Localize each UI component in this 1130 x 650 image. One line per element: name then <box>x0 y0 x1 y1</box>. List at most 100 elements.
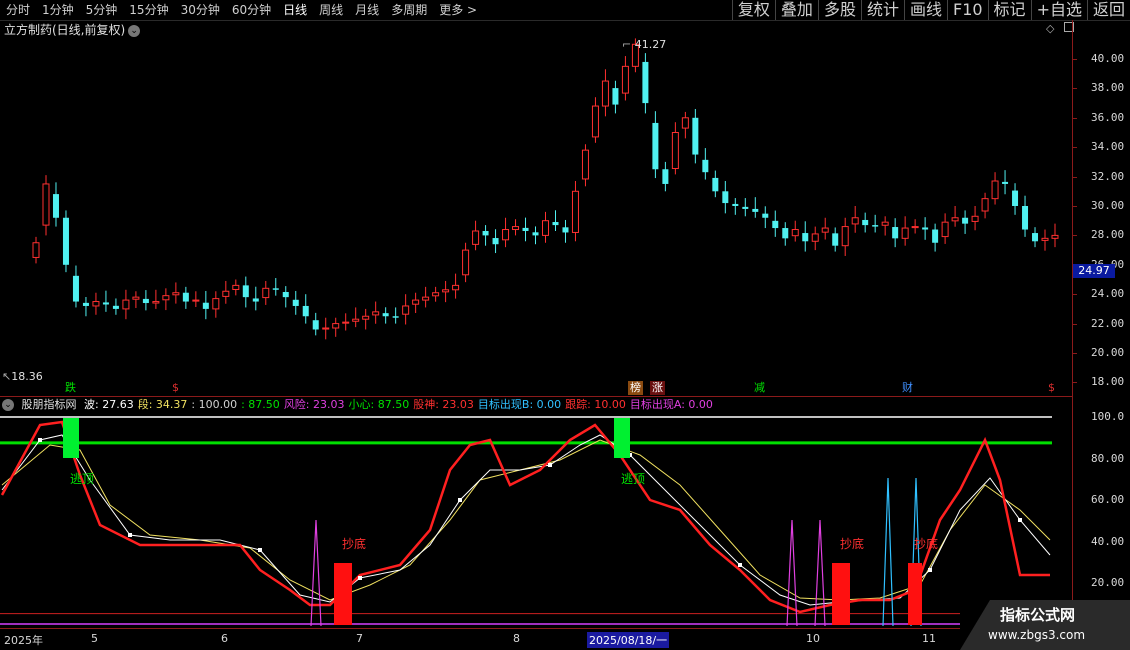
candle[interactable] <box>951 217 959 222</box>
candle[interactable] <box>432 292 440 297</box>
candle[interactable] <box>712 177 719 192</box>
candle[interactable] <box>312 320 319 330</box>
candle[interactable] <box>941 221 949 238</box>
candle[interactable] <box>552 222 559 226</box>
candle[interactable] <box>422 296 430 301</box>
candle[interactable] <box>62 217 69 265</box>
candle[interactable] <box>681 117 689 129</box>
candle[interactable] <box>1012 190 1019 206</box>
candle[interactable] <box>662 169 669 184</box>
candle[interactable] <box>901 227 909 239</box>
candle[interactable] <box>782 228 789 239</box>
candle[interactable] <box>362 315 370 320</box>
candle[interactable] <box>372 311 380 316</box>
candle[interactable] <box>132 296 140 300</box>
candle[interactable] <box>512 226 520 231</box>
candle[interactable] <box>652 122 659 170</box>
candle[interactable] <box>971 215 979 222</box>
candle[interactable] <box>412 299 420 305</box>
candle[interactable] <box>152 301 160 304</box>
candle[interactable] <box>462 249 470 276</box>
candle[interactable] <box>581 149 589 180</box>
candle[interactable] <box>402 305 410 315</box>
candle[interactable] <box>222 290 230 297</box>
bottom-signal-block[interactable] <box>334 563 352 625</box>
candle[interactable] <box>492 238 499 245</box>
candle[interactable] <box>542 220 549 236</box>
candle[interactable] <box>202 302 209 309</box>
candle[interactable] <box>692 117 699 155</box>
candle[interactable] <box>342 321 350 324</box>
candle[interactable] <box>242 285 249 298</box>
candle[interactable] <box>562 227 569 233</box>
candle[interactable] <box>442 289 450 293</box>
candle[interactable] <box>722 191 729 204</box>
candle[interactable] <box>591 105 599 138</box>
candle[interactable] <box>932 229 939 243</box>
candle[interactable] <box>1041 237 1049 241</box>
candle[interactable] <box>122 299 130 310</box>
candle[interactable] <box>571 190 579 233</box>
candle[interactable] <box>452 284 460 291</box>
top-signal-block[interactable] <box>614 418 630 458</box>
candle[interactable] <box>862 219 869 226</box>
candle[interactable] <box>1002 181 1009 184</box>
candle[interactable] <box>832 233 839 246</box>
candle[interactable] <box>892 227 899 239</box>
candle[interactable] <box>532 232 539 236</box>
pane-separator[interactable] <box>0 396 1072 397</box>
candle[interactable] <box>802 233 809 242</box>
candle[interactable] <box>911 226 919 229</box>
candle[interactable] <box>162 295 170 301</box>
candle[interactable] <box>752 208 759 212</box>
function-button-8[interactable]: 返回 <box>1086 0 1130 20</box>
candle[interactable] <box>322 327 330 330</box>
candle[interactable] <box>302 305 309 317</box>
candle[interactable] <box>272 288 279 290</box>
candle[interactable] <box>502 229 510 241</box>
candle[interactable] <box>92 301 100 307</box>
candle[interactable] <box>1022 206 1029 230</box>
candle[interactable] <box>601 80 609 107</box>
event-marker[interactable]: $ <box>170 381 181 395</box>
candle[interactable] <box>32 242 40 258</box>
candle[interactable] <box>621 65 629 94</box>
candle[interactable] <box>172 292 180 296</box>
candle[interactable] <box>1051 234 1059 239</box>
candle[interactable] <box>922 227 929 230</box>
candle[interactable] <box>671 132 679 170</box>
candle[interactable] <box>102 302 109 305</box>
candle[interactable] <box>472 230 480 245</box>
event-marker[interactable]: 涨 <box>650 381 665 395</box>
candle[interactable] <box>252 298 259 302</box>
candle[interactable] <box>182 292 189 302</box>
candle[interactable] <box>482 230 489 236</box>
candle[interactable] <box>851 217 859 225</box>
candle[interactable] <box>732 203 739 206</box>
candle[interactable] <box>352 318 360 322</box>
candle[interactable] <box>762 213 769 218</box>
candle[interactable] <box>1032 233 1039 242</box>
event-marker[interactable]: 减 <box>752 381 767 395</box>
candle[interactable] <box>881 221 889 226</box>
candle[interactable] <box>841 226 849 247</box>
candle[interactable] <box>392 316 399 318</box>
candle[interactable] <box>872 225 879 227</box>
top-signal-block[interactable] <box>63 418 79 458</box>
candle[interactable] <box>192 299 200 302</box>
event-marker[interactable]: 榜 <box>628 381 643 395</box>
candle[interactable] <box>212 298 220 310</box>
candle[interactable] <box>772 220 779 229</box>
candle[interactable] <box>742 206 749 209</box>
candle[interactable] <box>821 227 829 233</box>
candle[interactable] <box>962 217 969 224</box>
candle[interactable] <box>522 227 529 231</box>
candlestick-chart[interactable] <box>0 16 1072 396</box>
candle[interactable] <box>332 323 340 329</box>
indicator-menu-icon[interactable]: ⌄ <box>2 399 14 411</box>
candle[interactable] <box>981 198 989 212</box>
candle[interactable] <box>42 183 50 226</box>
candle[interactable] <box>811 233 819 242</box>
bottom-signal-block[interactable] <box>832 563 850 625</box>
candle[interactable] <box>642 61 649 104</box>
